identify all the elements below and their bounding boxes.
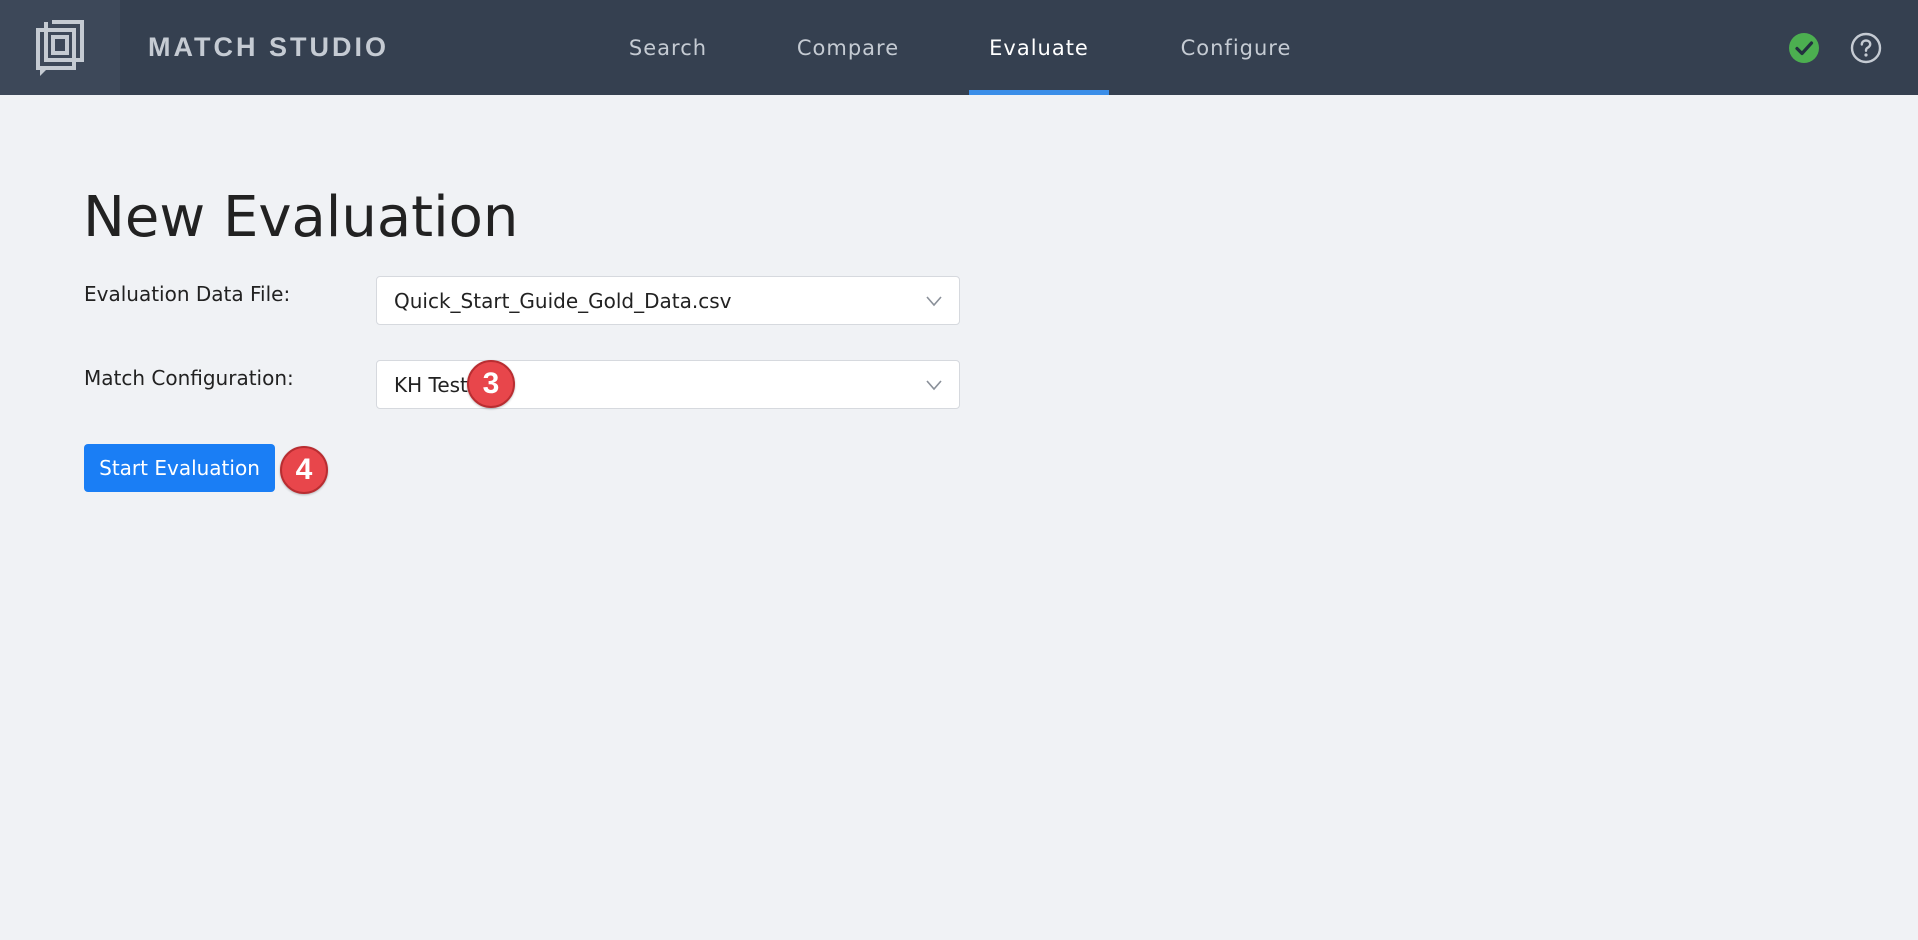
data-file-value: Quick_Start_Guide_Gold_Data.csv	[394, 288, 732, 313]
tab-search[interactable]: Search	[618, 0, 718, 95]
page-title: New Evaluation	[83, 185, 519, 250]
top-nav-bar: MATCH STUDIO Search Compare Evaluate Con…	[0, 0, 1918, 95]
chevron-down-icon	[926, 380, 942, 391]
tab-evaluate[interactable]: Evaluate	[969, 0, 1109, 95]
app-logo[interactable]	[0, 0, 120, 95]
match-config-label: Match Configuration:	[84, 366, 294, 390]
data-file-select[interactable]: Quick_Start_Guide_Gold_Data.csv	[376, 276, 960, 325]
question-circle-icon[interactable]	[1850, 32, 1882, 64]
match-config-select[interactable]: KH Test	[376, 360, 960, 409]
step-badge-4: 4	[280, 446, 328, 494]
match-config-value: KH Test	[394, 372, 468, 397]
app-brand-name: MATCH STUDIO	[148, 32, 389, 62]
tab-configure[interactable]: Configure	[1172, 0, 1300, 95]
data-file-label: Evaluation Data File:	[84, 282, 291, 306]
step-badge-3: 3	[467, 360, 515, 408]
check-circle-icon	[1789, 33, 1819, 63]
start-evaluation-button[interactable]: Start Evaluation	[84, 444, 275, 492]
bracket-logo-icon	[36, 19, 84, 76]
tab-compare[interactable]: Compare	[790, 0, 906, 95]
chevron-down-icon	[926, 296, 942, 307]
